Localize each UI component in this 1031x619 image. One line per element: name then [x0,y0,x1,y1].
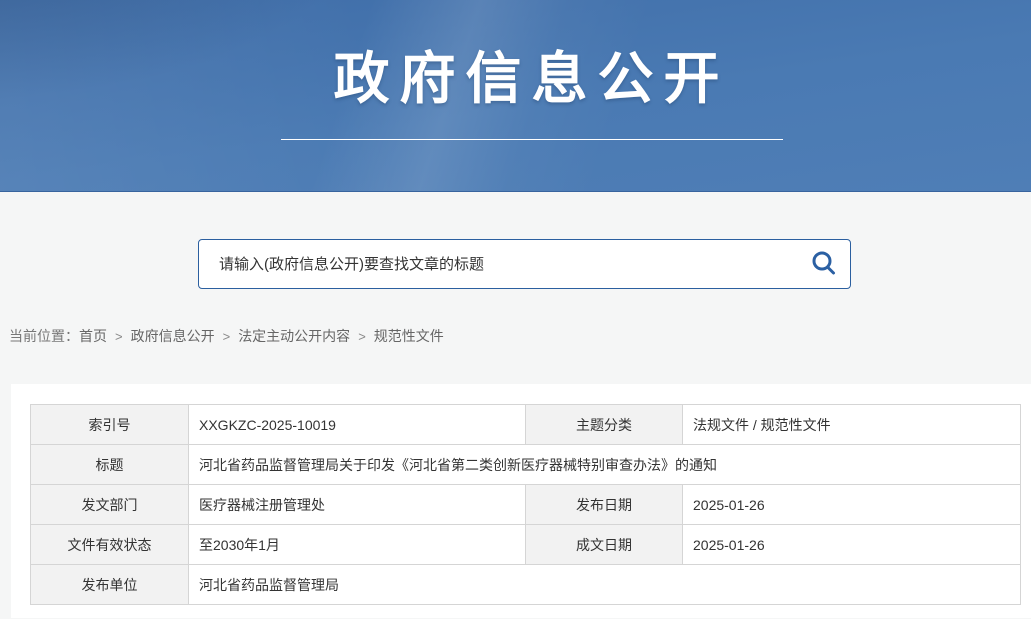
breadcrumb: 当前位置： 首页 > 政府信息公开 > 法定主动公开内容 > 规范性文件 [9,326,1031,346]
table-row: 文件有效状态 至2030年1月 成文日期 2025-01-26 [31,525,1021,565]
table-row: 发布单位 河北省药品监督管理局 [31,565,1021,605]
search-button[interactable] [798,240,850,288]
written-date-label: 成文日期 [526,525,683,565]
search-input[interactable] [199,240,798,288]
written-date-value: 2025-01-26 [683,525,1021,565]
table-row: 索引号 XXGKZC-2025-10019 主题分类 法规文件 / 规范性文件 [31,405,1021,445]
document-metadata-table: 索引号 XXGKZC-2025-10019 主题分类 法规文件 / 规范性文件 … [30,404,1021,605]
search-section [0,192,1031,289]
content-card: 索引号 XXGKZC-2025-10019 主题分类 法规文件 / 规范性文件 … [11,384,1031,618]
breadcrumb-prefix: 当前位置： [9,326,79,346]
search-box [198,239,851,289]
issuing-dept-label: 发文部门 [31,485,189,525]
validity-status-value: 至2030年1月 [189,525,526,565]
publish-date-value: 2025-01-26 [683,485,1021,525]
table-row: 发文部门 医疗器械注册管理处 发布日期 2025-01-26 [31,485,1021,525]
page-banner: 政府信息公开 [0,0,1031,192]
title-value: 河北省药品监督管理局关于印发《河北省第二类创新医疗器械特别审查办法》的通知 [189,445,1021,485]
breadcrumb-item-home[interactable]: 首页 [79,326,107,346]
breadcrumb-item-normative-docs[interactable]: 规范性文件 [374,326,444,346]
publisher-value: 河北省药品监督管理局 [189,565,1021,605]
breadcrumb-separator: > [115,329,123,344]
index-number-label: 索引号 [31,405,189,445]
publish-date-label: 发布日期 [526,485,683,525]
breadcrumb-separator: > [223,329,231,344]
breadcrumb-item-gov-info[interactable]: 政府信息公开 [131,326,215,346]
title-underline [281,139,783,140]
topic-category-value: 法规文件 / 规范性文件 [683,405,1021,445]
table-row: 标题 河北省药品监督管理局关于印发《河北省第二类创新医疗器械特别审查办法》的通知 [31,445,1021,485]
publisher-label: 发布单位 [31,565,189,605]
title-label: 标题 [31,445,189,485]
breadcrumb-separator: > [358,329,366,344]
topic-category-label: 主题分类 [526,405,683,445]
issuing-dept-value: 医疗器械注册管理处 [189,485,526,525]
validity-status-label: 文件有效状态 [31,525,189,565]
index-number-value: XXGKZC-2025-10019 [189,405,526,445]
page-title: 政府信息公开 [334,34,730,115]
breadcrumb-item-statutory-content[interactable]: 法定主动公开内容 [238,326,350,346]
search-icon [809,249,839,279]
